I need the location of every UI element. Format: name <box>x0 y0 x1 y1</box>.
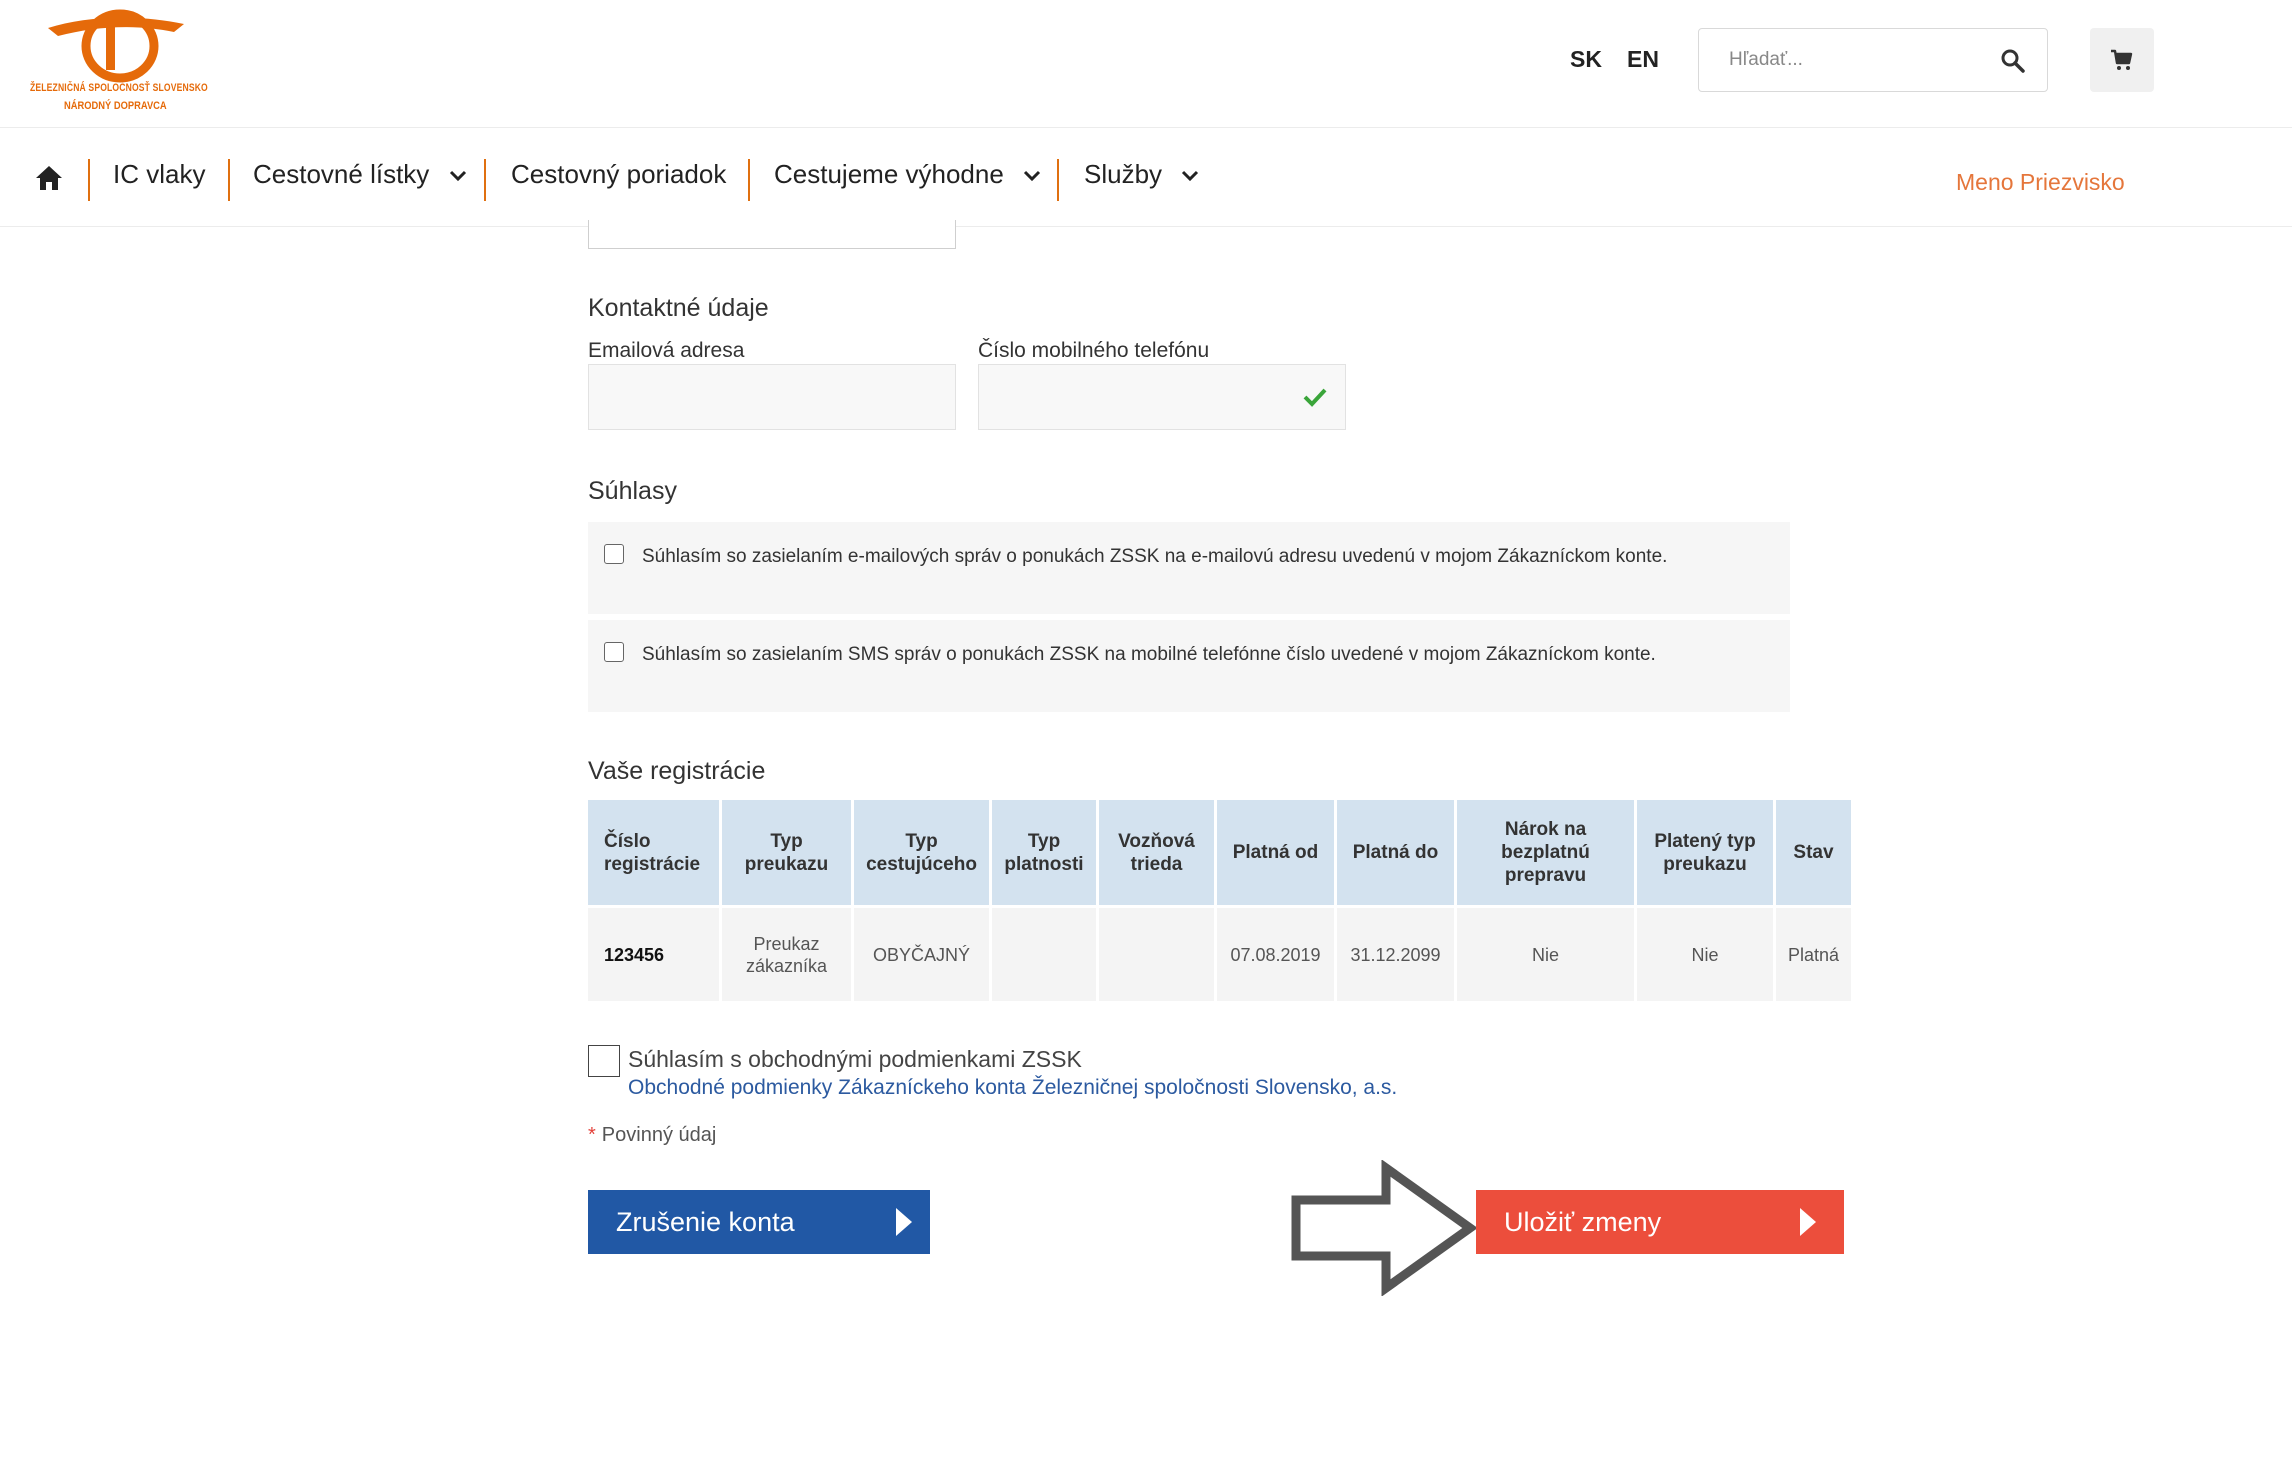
table-cell: Nie <box>1637 905 1773 1001</box>
table-cell: Nie <box>1457 905 1634 1001</box>
column-header: Typ preukazu <box>722 800 851 905</box>
play-arrow-icon <box>896 1208 912 1236</box>
consent-sms-checkbox[interactable] <box>604 642 624 662</box>
column-header: Vozňová trieda <box>1099 800 1214 905</box>
nav-item-cestovny-poriadok[interactable]: Cestovný poriadok <box>511 159 726 190</box>
logo-text-tagline: NÁRODNÝ DOPRAVCA <box>64 100 167 112</box>
terms-link[interactable]: Obchodné podmienky Zákazníckeho konta Že… <box>628 1076 1397 1100</box>
nav-separator <box>748 159 750 201</box>
chevron-down-icon <box>449 171 466 182</box>
consents-section-title: Súhlasy <box>588 477 677 505</box>
lang-sk-link[interactable]: SK <box>1570 46 1602 73</box>
user-name-link[interactable]: Meno Priezvisko <box>1956 169 2125 196</box>
consent-email: Súhlasím so zasielaním e-mailových správ… <box>588 522 1790 614</box>
consent-sms-label: Súhlasím so zasielaním SMS správ o ponuk… <box>642 644 1656 665</box>
top-bar: ŽELEZNIČNÁ SPOLOČNOSŤ SLOVENSKO NÁRODNÝ … <box>0 0 2292 128</box>
column-header: Platná do <box>1337 800 1454 905</box>
email-input[interactable] <box>589 365 955 429</box>
nav-separator <box>484 159 486 201</box>
cancel-account-button[interactable]: Zrušenie konta <box>588 1190 930 1254</box>
consent-email-checkbox[interactable] <box>604 544 624 564</box>
check-icon <box>1303 388 1327 407</box>
cart-button[interactable] <box>2090 28 2154 92</box>
main-nav: IC vlaky Cestovné lístky Cestovný poriad… <box>0 129 2292 227</box>
nav-item-label: IC vlaky <box>113 159 206 189</box>
play-arrow-icon <box>1800 1208 1816 1236</box>
column-header: Nárok na bezplatnú prepravu <box>1457 800 1634 905</box>
search-input[interactable] <box>1727 43 1987 77</box>
save-changes-label: Uložiť zmeny <box>1504 1207 1662 1237</box>
registrations-section-title: Vaše registrácie <box>588 757 766 785</box>
nav-item-label: Cestovný poriadok <box>511 159 727 189</box>
consent-sms: Súhlasím so zasielaním SMS správ o ponuk… <box>588 620 1790 712</box>
chevron-down-icon <box>1023 171 1041 182</box>
save-changes-button[interactable]: Uložiť zmeny <box>1476 1190 1844 1254</box>
phone-input[interactable] <box>979 365 1345 429</box>
column-header: Typ cestujúceho <box>854 800 989 905</box>
column-header: Číslo registrácie <box>588 800 719 905</box>
email-field[interactable] <box>588 364 956 430</box>
nav-item-ic-vlaky[interactable]: IC vlaky <box>113 159 205 190</box>
pointer-arrow-icon <box>1291 1160 1478 1296</box>
nav-item-label: Služby <box>1084 159 1163 189</box>
registrations-table: Číslo registrácie Typ preukazu Typ cestu… <box>585 800 1854 1001</box>
email-label: Emailová adresa <box>588 339 745 362</box>
search-box <box>1698 28 2048 92</box>
phone-field[interactable] <box>978 364 1346 430</box>
column-header: Platený typ preukazu <box>1637 800 1773 905</box>
table-row: 123456 Preukaz zákazníka OBYČAJNÝ 07.08.… <box>588 905 1851 1001</box>
terms-checkbox[interactable] <box>588 1045 620 1077</box>
nav-item-sluzby[interactable]: Služby <box>1084 159 1199 190</box>
column-header: Stav <box>1776 800 1851 905</box>
nav-separator <box>88 159 90 201</box>
required-asterisk: * <box>588 1124 596 1146</box>
table-header-row: Číslo registrácie Typ preukazu Typ cestu… <box>588 800 1851 905</box>
column-header: Typ platnosti <box>992 800 1096 905</box>
nav-item-cestovne-listky[interactable]: Cestovné lístky <box>253 159 467 190</box>
nav-separator <box>1057 159 1059 201</box>
required-note-text: Povinný údaj <box>601 1124 717 1146</box>
table-cell <box>992 905 1096 1001</box>
nav-item-label: Cestovné lístky <box>253 159 430 189</box>
home-icon[interactable] <box>34 163 64 193</box>
required-note: * Povinný údaj <box>588 1124 716 1147</box>
nav-item-cestujeme-vyhodne[interactable]: Cestujeme výhodne <box>774 159 1041 190</box>
table-cell: Preukaz zákazníka <box>722 905 851 1001</box>
nav-item-label: Cestujeme výhodne <box>774 159 1004 189</box>
table-cell <box>1099 905 1214 1001</box>
table-cell: 123456 <box>588 905 719 1001</box>
cart-icon <box>2111 49 2133 70</box>
lang-en-link[interactable]: EN <box>1627 46 1659 73</box>
table-cell: 07.08.2019 <box>1217 905 1334 1001</box>
contact-section-title: Kontaktné údaje <box>588 294 769 322</box>
chevron-down-icon <box>1182 171 1199 182</box>
phone-label: Číslo mobilného telefónu <box>978 339 1210 362</box>
logo-text-company: ŽELEZNIČNÁ SPOLOČNOSŤ SLOVENSKO <box>30 82 208 94</box>
table-cell: OBYČAJNÝ <box>854 905 989 1001</box>
previous-field-partial[interactable] <box>588 220 956 249</box>
zssk-logo[interactable]: ŽELEZNIČNÁ SPOLOČNOSŤ SLOVENSKO NÁRODNÝ … <box>30 6 210 116</box>
table-cell: 31.12.2099 <box>1337 905 1454 1001</box>
zssk-logo-mark-icon <box>48 9 184 83</box>
consent-email-label: Súhlasím so zasielaním e-mailových správ… <box>642 546 1668 567</box>
column-header: Platná od <box>1217 800 1334 905</box>
table-cell: Platná <box>1776 905 1851 1001</box>
nav-separator <box>228 159 230 201</box>
terms-label: Súhlasím s obchodnými podmienkami ZSSK <box>628 1046 1082 1072</box>
search-icon[interactable] <box>1999 47 2027 75</box>
cancel-account-label: Zrušenie konta <box>616 1207 795 1237</box>
